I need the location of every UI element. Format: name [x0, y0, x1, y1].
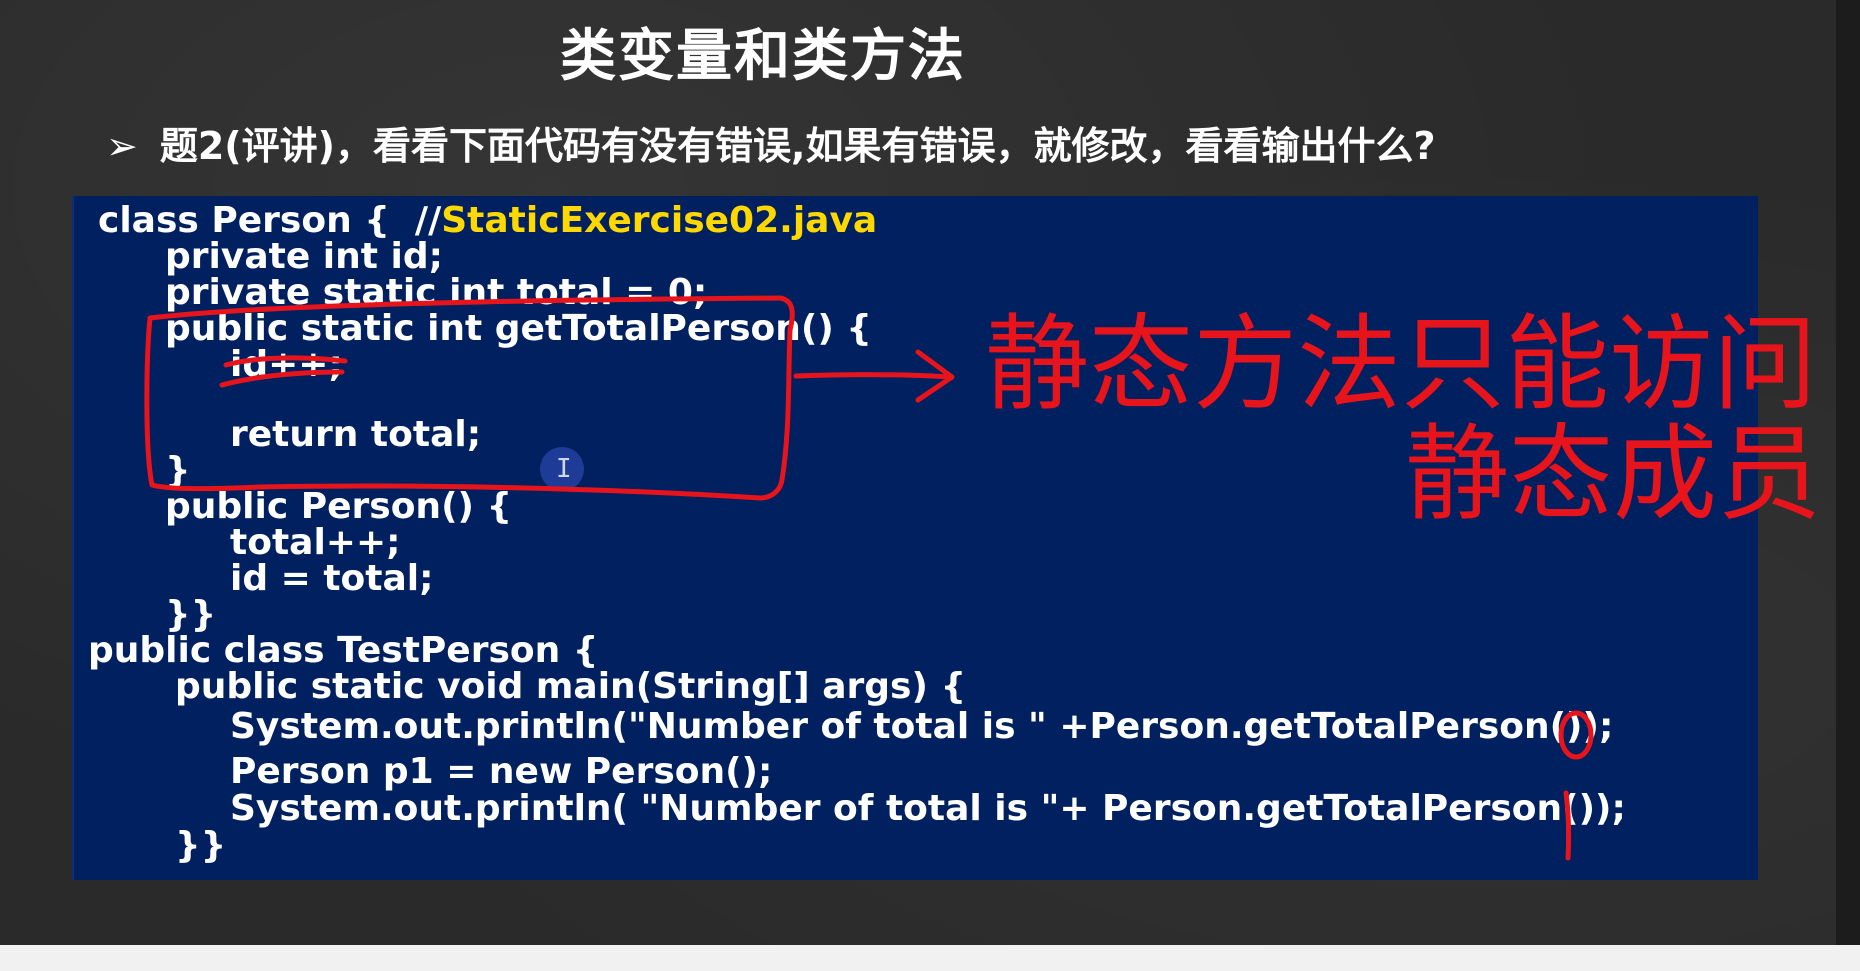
highlight-box — [144, 295, 795, 501]
slide: 类变量和类方法 ➢ 题2(评讲)，看看下面代码有没有错误,如果有错误，就修改，看看… — [0, 0, 1836, 945]
strike-through-mark — [219, 369, 345, 388]
ink-note-line-2: 静态成员 — [1405, 413, 1821, 535]
output-one-stroke — [1563, 790, 1572, 861]
bottom-strip — [0, 945, 1860, 971]
slide-right-edge — [1836, 0, 1860, 945]
ink-note-line-1: 静态方法只能访问 — [985, 303, 1817, 425]
arrow-line — [793, 372, 953, 380]
output-zero-mark — [1558, 710, 1594, 760]
strike-through-mark — [223, 355, 348, 368]
ink-annotations: 静态方法只能访问 静态成员 — [144, 295, 1821, 861]
